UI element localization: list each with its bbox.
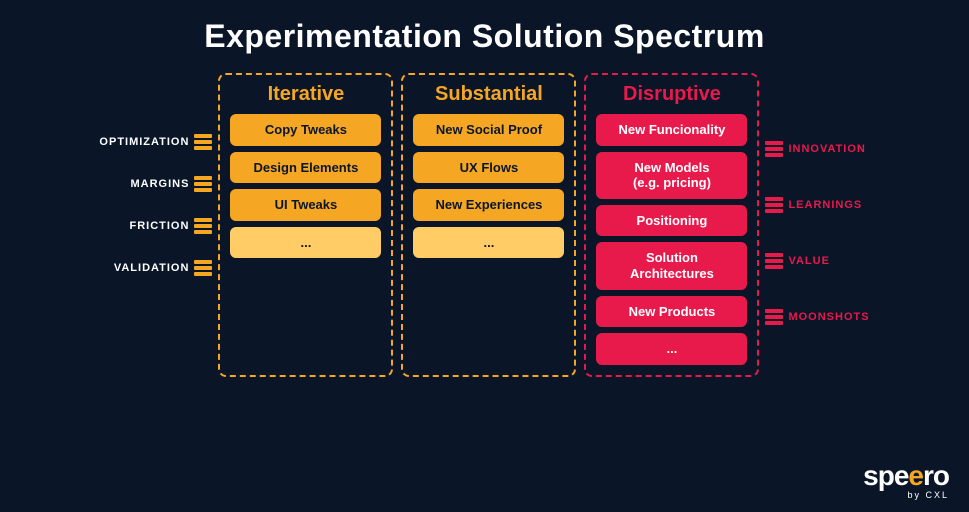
- card-disruptive-ellipsis: ...: [596, 333, 747, 365]
- left-label-text-friction: FRICTION: [129, 220, 189, 232]
- left-label-text-validation: VALIDATION: [114, 262, 190, 274]
- card-copy-tweaks: Copy Tweaks: [230, 114, 381, 146]
- label-bar: [194, 146, 212, 150]
- right-label-bars-moonshots: [765, 309, 783, 325]
- card-substantial-ellipsis: ...: [413, 227, 564, 259]
- right-label-bars-innovation: [765, 141, 783, 157]
- right-label-bar: [765, 147, 783, 151]
- right-label-text-value: VALUE: [788, 255, 829, 267]
- right-label-item-learnings: LEARNINGS: [765, 177, 862, 233]
- label-bar: [194, 266, 212, 270]
- card-new-social-proof: New Social Proof: [413, 114, 564, 146]
- left-label-item-validation: VALIDATION: [114, 247, 213, 289]
- label-bar: [194, 272, 212, 276]
- page-title: Experimentation Solution Spectrum: [204, 18, 765, 55]
- right-label-text-moonshots: MOONSHOTS: [788, 311, 869, 323]
- columns-container: Iterative Copy Tweaks Design Elements UI…: [218, 73, 759, 377]
- label-bar: [194, 140, 212, 144]
- column-iterative: Iterative Copy Tweaks Design Elements UI…: [218, 73, 393, 377]
- page-container: Experimentation Solution Spectrum OPTIMI…: [0, 0, 969, 512]
- card-ux-flows: UX Flows: [413, 152, 564, 184]
- label-bars-optimization: [194, 134, 212, 150]
- label-bar: [194, 224, 212, 228]
- right-label-bars-learnings: [765, 197, 783, 213]
- column-disruptive: Disruptive New Funcionality New Models(e…: [584, 73, 759, 377]
- logo-text: speero: [863, 462, 949, 490]
- right-label-bar: [765, 153, 783, 157]
- left-label-item-margins: MARGINS: [130, 163, 212, 205]
- column-substantial: Substantial New Social Proof UX Flows Ne…: [401, 73, 576, 377]
- right-label-bar: [765, 309, 783, 313]
- label-bar: [194, 188, 212, 192]
- logo-area: speero by CXL: [863, 462, 949, 500]
- right-label-bar: [765, 265, 783, 269]
- iterative-header: Iterative: [268, 83, 345, 106]
- left-label-text-optimization: OPTIMIZATION: [99, 136, 189, 148]
- label-bar: [194, 176, 212, 180]
- label-bar: [194, 260, 212, 264]
- card-new-funcionality: New Funcionality: [596, 114, 747, 146]
- label-bar: [194, 182, 212, 186]
- left-label-item-optimization: OPTIMIZATION: [99, 121, 212, 163]
- left-label-item-friction: FRICTION: [129, 205, 212, 247]
- substantial-header: Substantial: [435, 83, 543, 106]
- label-bars-margins: [194, 176, 212, 192]
- label-bar: [194, 134, 212, 138]
- right-label-item-innovation: INNOVATION: [765, 121, 865, 177]
- logo-sub: by CXL: [907, 490, 949, 500]
- right-label-bar: [765, 321, 783, 325]
- right-label-bar: [765, 315, 783, 319]
- right-labels: INNOVATION LEARNINGS VALUE: [765, 73, 869, 345]
- card-solution-architectures: SolutionArchitectures: [596, 242, 747, 289]
- card-ui-tweaks: UI Tweaks: [230, 189, 381, 221]
- right-label-text-learnings: LEARNINGS: [788, 199, 862, 211]
- card-design-elements: Design Elements: [230, 152, 381, 184]
- label-bar: [194, 230, 212, 234]
- right-label-bar: [765, 253, 783, 257]
- disruptive-header: Disruptive: [623, 83, 721, 106]
- left-label-text-margins: MARGINS: [130, 178, 189, 190]
- label-bars-friction: [194, 218, 212, 234]
- right-label-bar: [765, 197, 783, 201]
- card-new-models: New Models(e.g. pricing): [596, 152, 747, 199]
- card-positioning: Positioning: [596, 205, 747, 237]
- right-label-bar: [765, 141, 783, 145]
- right-label-bar: [765, 209, 783, 213]
- spectrum-layout: OPTIMIZATION MARGINS FRICTION: [20, 73, 949, 377]
- card-new-experiences: New Experiences: [413, 189, 564, 221]
- right-label-bar: [765, 203, 783, 207]
- left-labels: OPTIMIZATION MARGINS FRICTION: [99, 73, 212, 289]
- label-bars-validation: [194, 260, 212, 276]
- right-label-item-moonshots: MOONSHOTS: [765, 289, 869, 345]
- card-iterative-ellipsis: ...: [230, 227, 381, 259]
- card-new-products: New Products: [596, 296, 747, 328]
- right-label-item-value: VALUE: [765, 233, 829, 289]
- right-label-bars-value: [765, 253, 783, 269]
- label-bar: [194, 218, 212, 222]
- right-label-bar: [765, 259, 783, 263]
- right-label-text-innovation: INNOVATION: [788, 143, 865, 155]
